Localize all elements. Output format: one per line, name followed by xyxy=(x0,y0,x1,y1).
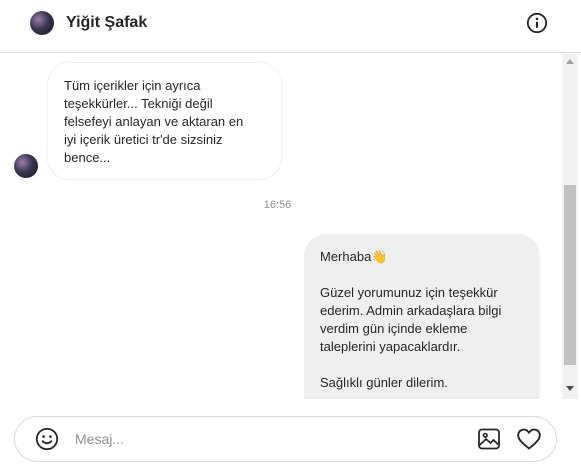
message-timestamp: 16:56 xyxy=(263,199,292,211)
smiley-icon[interactable] xyxy=(35,427,59,451)
heart-icon[interactable] xyxy=(516,427,542,451)
conversation-header: Yiğit Şafak xyxy=(0,0,581,53)
profile-avatar[interactable] xyxy=(30,11,54,35)
thread-scrollbar[interactable] xyxy=(562,54,578,399)
info-icon[interactable] xyxy=(526,12,548,34)
scroll-down-arrow-icon[interactable] xyxy=(566,386,574,391)
username[interactable]: Yiğit Şafak xyxy=(66,14,147,32)
outgoing-message-bubble[interactable]: Merhaba👋 Güzel yorumunuz için teşekkür e… xyxy=(304,234,540,399)
scroll-up-arrow-icon[interactable] xyxy=(566,59,574,64)
incoming-message-bubble[interactable]: Tüm içerikler için ayrıca teşekkürler...… xyxy=(47,62,282,180)
image-icon[interactable] xyxy=(477,427,501,451)
message-input[interactable] xyxy=(75,429,455,449)
message-composer xyxy=(14,416,557,462)
sender-avatar[interactable] xyxy=(14,154,38,178)
scrollbar-thumb[interactable] xyxy=(564,185,576,365)
message-thread[interactable]: Tüm içerikler için ayrıca teşekkürler...… xyxy=(0,54,562,399)
